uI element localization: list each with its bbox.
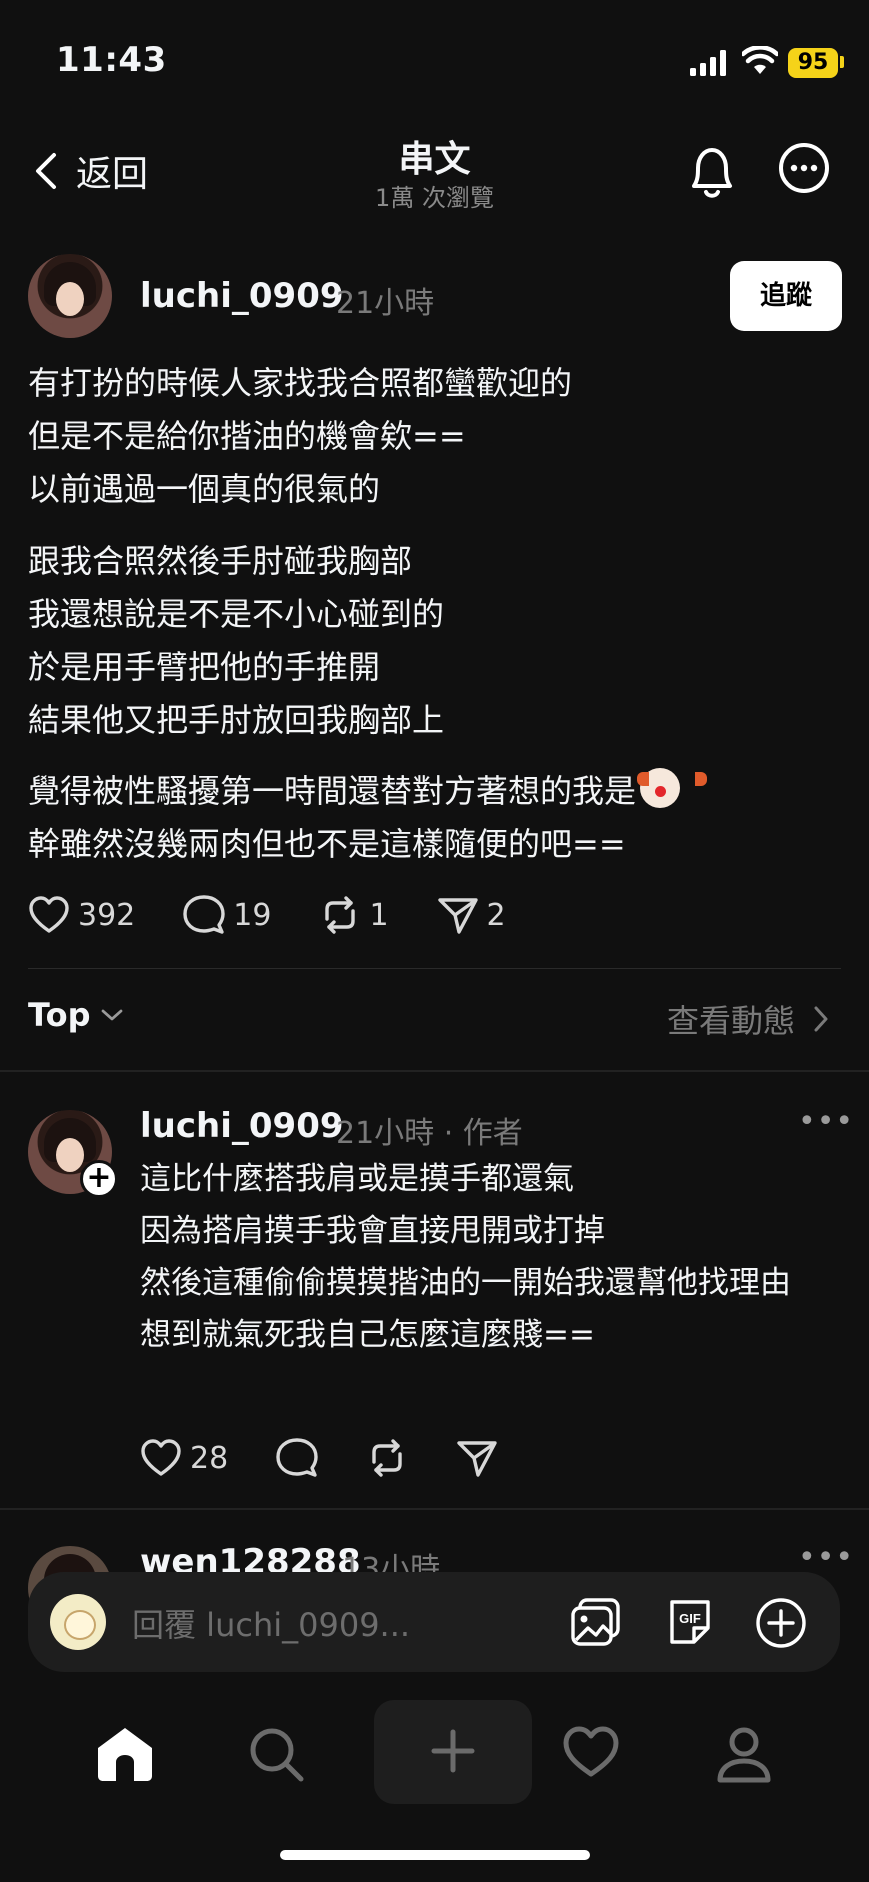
heart-icon [29, 896, 69, 933]
follow-plus-icon[interactable]: + [80, 1160, 118, 1198]
sort-label: Top [28, 996, 91, 1034]
like-button[interactable]: 392 [28, 896, 135, 934]
share-button[interactable]: 2 [437, 895, 506, 935]
reply-comment-button[interactable] [276, 1438, 318, 1478]
home-icon[interactable] [94, 1726, 156, 1782]
repost-icon [325, 896, 356, 934]
plus-circle-icon[interactable] [754, 1596, 808, 1650]
more-dots-icon[interactable]: ••• [798, 1104, 854, 1139]
post-paragraph-1: 有打扮的時候人家找我合照都蠻歡迎的 但是不是給你揩油的機會欸== 以前遇過一個真… [28, 364, 573, 508]
view-activity-link[interactable]: 查看動態 [667, 996, 829, 1042]
chevron-right-icon [814, 1006, 828, 1032]
home-indicator [280, 1850, 590, 1860]
repost-count: 1 [369, 897, 389, 933]
chevron-down-icon [102, 1009, 123, 1021]
like-count: 392 [78, 897, 136, 933]
image-icon[interactable] [570, 1596, 622, 1648]
reply-actions: 28 [140, 1438, 546, 1478]
activity-heart-icon[interactable] [562, 1726, 620, 1778]
wifi-icon [742, 46, 778, 74]
user-avatar [50, 1594, 106, 1650]
post-paragraph-3-text: 覺得被性騷擾第一時間還替對方著想的我是 [28, 772, 637, 810]
status-time: 11:43 [56, 40, 167, 80]
profile-icon[interactable] [716, 1726, 772, 1784]
follow-button[interactable]: 追蹤 [730, 261, 842, 331]
reply-line: 因為搭肩摸手我會直接甩開或打掉 [140, 1213, 605, 1249]
sort-dropdown[interactable]: Top [28, 996, 124, 1034]
bell-icon[interactable] [684, 142, 740, 202]
share-count: 2 [486, 897, 506, 933]
heart-icon [141, 1439, 181, 1476]
clown-emoji-icon [637, 768, 708, 808]
signal-icon [690, 50, 726, 76]
share-icon [437, 898, 478, 934]
post-actions: 392 19 1 2 [28, 895, 554, 935]
reply-input[interactable]: 回覆 luchi_0909... [132, 1600, 410, 1646]
post-paragraph-2: 跟我合照然後手肘碰我胸部 我還想說是不是不小心碰到的 於是用手臂把他的手推開 結… [28, 542, 445, 739]
post-time: 21小時 [336, 286, 435, 321]
reply-line: 然後這種偷偷摸摸揩油的一開始我還幫他找理由 [140, 1265, 791, 1301]
section-divider [0, 1508, 869, 1510]
gif-icon[interactable]: GIF [664, 1596, 716, 1648]
battery-tip [840, 56, 844, 68]
search-icon[interactable] [248, 1726, 306, 1784]
comment-button[interactable]: 19 [183, 895, 271, 935]
reply-line: 這比什麼搭我肩或是摸手都還氣 [140, 1161, 574, 1197]
new-post-button[interactable] [374, 1700, 532, 1804]
bottom-tab-bar [0, 1700, 869, 1820]
reply-username[interactable]: luchi_0909 [140, 1106, 344, 1146]
reply-line: 想到就氣死我自己怎麼這麼賤== [140, 1317, 595, 1353]
reply-like-count: 28 [190, 1440, 229, 1476]
post-paragraph-3: 覺得被性騷擾第一時間還替對方著想的我是 幹雖然沒幾兩肉但也不是這樣隨便的吧== [28, 765, 708, 871]
reply-repost-button[interactable] [366, 1438, 408, 1478]
reply-share-button[interactable] [456, 1438, 498, 1478]
more-dots-icon[interactable]: ••• [798, 1540, 854, 1575]
reply-text: 這比什麼搭我肩或是摸手都還氣 因為搭肩摸手我會直接甩開或打掉 然後這種偷偷摸摸揩… [140, 1153, 840, 1361]
post-username[interactable]: luchi_0909 [140, 276, 344, 316]
reply-like-button[interactable]: 28 [140, 1439, 228, 1477]
repost-icon [372, 1439, 402, 1477]
divider [28, 968, 841, 969]
share-icon [457, 1441, 497, 1477]
section-divider [0, 1070, 869, 1072]
svg-text:GIF: GIF [679, 1611, 701, 1626]
thread-header: 返回 串文 1萬 次瀏覽 [0, 120, 869, 220]
view-activity-label: 查看動態 [666, 1002, 795, 1040]
avatar[interactable] [28, 254, 112, 338]
more-circle-icon[interactable] [778, 142, 830, 194]
comment-count: 19 [233, 897, 272, 933]
status-bar: 11:43 95 [0, 0, 869, 120]
reply-meta: 21小時 · 作者 [336, 1116, 523, 1151]
battery-indicator: 95 [788, 48, 838, 78]
comment-icon [183, 895, 225, 934]
comment-icon [276, 1438, 318, 1477]
reply-composer[interactable]: 回覆 luchi_0909... GIF [28, 1572, 840, 1672]
plus-icon [431, 1729, 475, 1773]
repost-button[interactable]: 1 [319, 895, 389, 935]
post-paragraph-4-text: 幹雖然沒幾兩肉但也不是這樣隨便的吧== [28, 825, 626, 863]
